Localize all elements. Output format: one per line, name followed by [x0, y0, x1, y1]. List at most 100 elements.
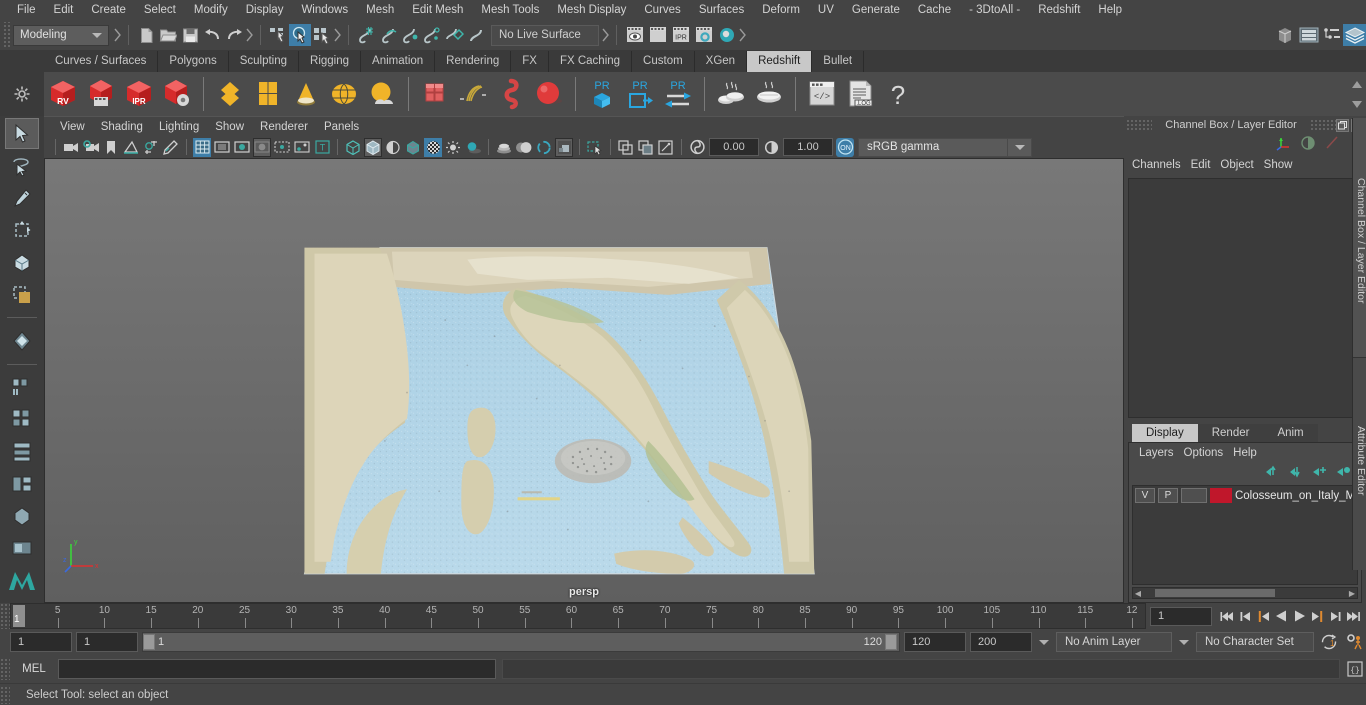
- chevron-down-icon[interactable]: [1008, 137, 1032, 157]
- log-file-icon[interactable]: .LOG: [841, 74, 879, 114]
- statusline-collapse-2[interactable]: [245, 24, 254, 46]
- command-language-label[interactable]: MEL: [10, 663, 58, 675]
- maya-logo-icon[interactable]: [5, 566, 39, 597]
- motion-blur-icon[interactable]: [515, 138, 533, 157]
- four-pane-layout[interactable]: [5, 468, 39, 499]
- lasso-select-tool[interactable]: [5, 150, 39, 181]
- isolate-select-icon[interactable]: [586, 138, 604, 157]
- range-end-handle[interactable]: [885, 634, 897, 650]
- layer-list[interactable]: V P Colosseum_on_Italy_M: [1132, 485, 1358, 585]
- redshift-bake-icon[interactable]: [712, 74, 750, 114]
- layer-type-toggle[interactable]: [1180, 488, 1207, 503]
- shelf-tab-rendering[interactable]: Rendering: [435, 51, 512, 72]
- statusline-collapse-3[interactable]: [333, 24, 342, 46]
- film-gate-icon[interactable]: [213, 138, 231, 157]
- use-all-lights-icon[interactable]: [444, 138, 462, 157]
- viewport-menu-lighting[interactable]: Lighting: [151, 120, 207, 134]
- layer-tab-display[interactable]: Display: [1132, 424, 1198, 442]
- menu-cache[interactable]: Cache: [909, 3, 960, 17]
- select-object-icon[interactable]: [289, 24, 311, 46]
- redshift-proxy-icon[interactable]: [211, 74, 249, 114]
- color-management-toggle[interactable]: ON: [836, 137, 854, 157]
- redshift-render-settings-icon[interactable]: [158, 74, 196, 114]
- persp-viewport[interactable]: y x z persp: [44, 158, 1124, 603]
- statusline-collapse-4[interactable]: [601, 24, 610, 46]
- redshift-hair-icon[interactable]: [454, 74, 492, 114]
- smooth-shade-half-icon[interactable]: [384, 138, 402, 157]
- channel-box-speed-icon[interactable]: [1324, 135, 1340, 154]
- menu-edit[interactable]: Edit: [45, 3, 83, 17]
- layer-visibility-toggle[interactable]: V: [1135, 488, 1155, 503]
- script-editor-icon[interactable]: {}: [1344, 659, 1366, 679]
- xray-icon[interactable]: [293, 138, 311, 157]
- shelf-options-button[interactable]: [0, 72, 44, 116]
- menu-create[interactable]: Create: [82, 3, 135, 17]
- viewport-menu-renderer[interactable]: Renderer: [252, 120, 316, 134]
- two-d-pan-zoom-icon[interactable]: [142, 138, 160, 157]
- redshift-bake2-icon[interactable]: [750, 74, 788, 114]
- redshift-volume-icon[interactable]: [287, 74, 325, 114]
- shelf-tab-custom[interactable]: Custom: [632, 51, 695, 72]
- step-forward-frame-icon[interactable]: [1309, 606, 1326, 626]
- image-plane-icon[interactable]: [122, 138, 140, 157]
- statusline-collapse-5[interactable]: [738, 24, 747, 46]
- playback-start-time-field[interactable]: 1: [76, 632, 138, 652]
- menu-deform[interactable]: Deform: [753, 3, 809, 17]
- statusline-collapse-1[interactable]: [113, 24, 122, 46]
- scale-tool[interactable]: [5, 279, 39, 310]
- redshift-matte-icon[interactable]: [249, 74, 287, 114]
- redshift-sphere-icon[interactable]: [530, 74, 568, 114]
- play-forwards-icon[interactable]: [1291, 606, 1308, 626]
- smooth-shade-textured-wire-icon[interactable]: [404, 138, 422, 157]
- redo-icon[interactable]: [223, 24, 245, 46]
- film-origin-icon[interactable]: [273, 138, 291, 157]
- paint-select-tool[interactable]: [5, 183, 39, 214]
- wireframe-icon[interactable]: [344, 138, 362, 157]
- step-back-frame-icon[interactable]: [1255, 606, 1272, 626]
- layer-list-scrollbar[interactable]: ◀ ▶: [1132, 587, 1358, 599]
- viewport-menu-panels[interactable]: Panels: [316, 120, 367, 134]
- xray-joints-icon[interactable]: T: [313, 138, 331, 157]
- command-input[interactable]: [58, 659, 496, 679]
- play-backwards-icon[interactable]: [1273, 606, 1290, 626]
- anim-layer-selector[interactable]: No Anim Layer: [1056, 632, 1172, 652]
- ipr-render-icon[interactable]: IPR: [669, 24, 692, 46]
- shelf-tab-rigging[interactable]: Rigging: [299, 51, 362, 72]
- redshift-curve-icon[interactable]: [492, 74, 530, 114]
- grid-toggle-icon[interactable]: [193, 137, 211, 157]
- hypershade-icon[interactable]: [715, 24, 738, 46]
- menu-mesh-display[interactable]: Mesh Display: [548, 3, 635, 17]
- select-hierarchy-icon[interactable]: [267, 24, 289, 46]
- menu-surfaces[interactable]: Surfaces: [690, 3, 753, 17]
- snap-projected-center-icon[interactable]: [421, 24, 443, 46]
- redshift-bokeh-icon[interactable]: [416, 74, 454, 114]
- menu-select[interactable]: Select: [135, 3, 185, 17]
- shelf-tab-xgen[interactable]: XGen: [694, 51, 748, 72]
- range-slider[interactable]: 1 120: [142, 632, 900, 652]
- step-back-keyframe-icon[interactable]: [1237, 606, 1254, 626]
- range-start-handle[interactable]: [143, 634, 155, 650]
- exposure-icon[interactable]: [688, 138, 706, 157]
- menu-set-selector[interactable]: Modeling: [13, 24, 109, 46]
- depth-of-field-icon[interactable]: [555, 137, 573, 157]
- gamma-field[interactable]: 1.00: [783, 138, 833, 156]
- statusline-grip[interactable]: [2, 22, 10, 48]
- save-scene-icon[interactable]: [179, 24, 201, 46]
- show-attribute-editor-icon[interactable]: [1297, 24, 1320, 46]
- show-channel-box-icon[interactable]: [1343, 24, 1366, 46]
- cb-menu-edit[interactable]: Edit: [1191, 158, 1221, 172]
- xray-joints-mode-icon[interactable]: [657, 138, 675, 157]
- layer-tab-render[interactable]: Render: [1197, 424, 1264, 442]
- shelf-tab-bullet[interactable]: Bullet: [812, 51, 865, 72]
- shelf-tab-redshift[interactable]: Redshift: [747, 51, 813, 72]
- proxy-export-icon[interactable]: PR: [583, 74, 621, 114]
- auto-keyframe-icon[interactable]: 1: [1318, 632, 1340, 652]
- xray-active-component-icon[interactable]: [637, 138, 655, 157]
- viewport-menu-view[interactable]: View: [52, 120, 93, 134]
- color-space-selector[interactable]: sRGB gamma: [858, 137, 1008, 157]
- select-camera-icon[interactable]: [62, 138, 80, 157]
- three-pane-layout[interactable]: [5, 436, 39, 467]
- layer-row[interactable]: V P Colosseum_on_Italy_M: [1133, 486, 1357, 505]
- scrollbar-thumb[interactable]: [1155, 589, 1275, 597]
- panel-grip-right[interactable]: [1310, 119, 1336, 131]
